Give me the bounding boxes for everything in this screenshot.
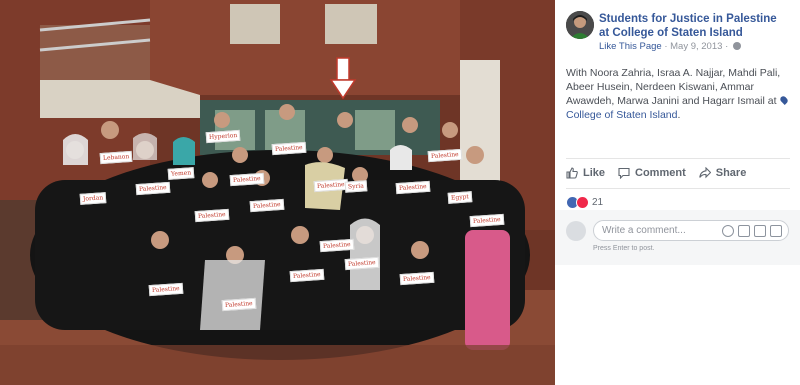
- comment-label: Comment: [635, 167, 686, 179]
- camera-icon[interactable]: [738, 225, 750, 237]
- location-pin-icon: [779, 95, 790, 105]
- tagged-person-link[interactable]: Israa A. Najjar: [657, 67, 722, 79]
- sign: Palestine: [249, 198, 284, 213]
- like-label: Like: [583, 167, 606, 179]
- post-caption: With Noora Zahria, Israa A. Najjar, Mahd…: [566, 66, 792, 122]
- share-button[interactable]: Share: [699, 167, 747, 179]
- sign: Palestine: [289, 268, 324, 283]
- sign: Palestine: [399, 271, 434, 286]
- tagged-person-link[interactable]: Noora Zahria: [590, 67, 651, 79]
- sign: Palestine: [135, 181, 170, 196]
- divider: [566, 188, 790, 189]
- sign: Lebanon: [99, 150, 133, 165]
- sign: Palestine: [221, 297, 256, 312]
- caption-prefix: With: [566, 67, 590, 79]
- page-avatar[interactable]: [566, 11, 594, 39]
- sign: Palestine: [313, 178, 348, 193]
- tagged-person-link[interactable]: Mahdi Pali: [728, 67, 777, 79]
- sign: Syria: [344, 180, 368, 193]
- emoji-icon[interactable]: [722, 225, 734, 237]
- sticker-icon[interactable]: [770, 225, 782, 237]
- sign: Yemen: [167, 167, 195, 180]
- comment-input[interactable]: Write a comment...: [593, 220, 789, 241]
- page-name-link[interactable]: Students for Justice in Palestine at Col…: [599, 12, 789, 40]
- post-side-panel: Students for Justice in Palestine at Col…: [555, 0, 800, 385]
- like-button[interactable]: Like: [566, 167, 605, 179]
- user-avatar: [566, 221, 586, 241]
- comment-tools: [722, 225, 782, 237]
- comment-placeholder: Write a comment...: [602, 225, 686, 236]
- share-label: Share: [715, 167, 747, 179]
- comment-hint: Press Enter to post.: [593, 245, 655, 252]
- sign: Palestine: [194, 208, 229, 223]
- meta-separator: ·: [664, 41, 668, 52]
- sign: Palestine: [427, 148, 462, 163]
- sign: Palestine: [319, 238, 354, 253]
- caption-period: .: [677, 109, 681, 121]
- caption-and: and: [679, 95, 703, 107]
- sign: Palestine: [148, 282, 183, 297]
- sign: Egypt: [447, 191, 473, 204]
- thumbs-up-icon: [566, 167, 578, 179]
- gif-icon[interactable]: [754, 225, 766, 237]
- sign: Jordan: [79, 192, 107, 205]
- love-reaction-icon: [576, 196, 589, 209]
- sign: Palestine: [344, 256, 379, 271]
- tagged-person-link[interactable]: Hagarr Ismail: [702, 95, 764, 107]
- sign: Palestine: [271, 141, 306, 156]
- caption-at: at: [764, 95, 780, 107]
- meta-separator: ·: [725, 41, 729, 52]
- group-photo-scene: [0, 0, 555, 385]
- post-actions: Like Comment Share: [566, 163, 790, 183]
- comment-composer: Write a comment... Press Enter to post.: [555, 210, 800, 265]
- post-photo[interactable]: Hyperion Palestine Lebanon Yemen Palesti…: [0, 0, 555, 385]
- location-link[interactable]: College of Staten Island: [566, 109, 678, 121]
- tagged-person-link[interactable]: Abeer Husein: [566, 81, 630, 93]
- reactions-summary[interactable]: 21: [566, 196, 603, 209]
- sign: Palestine: [469, 213, 504, 228]
- like-page-link[interactable]: Like This Page: [599, 41, 662, 52]
- share-icon: [699, 167, 711, 179]
- tagged-person-link[interactable]: Nerdeen Kiswani: [635, 81, 714, 93]
- comment-icon: [618, 167, 630, 179]
- sign: Palestine: [395, 180, 430, 195]
- divider: [566, 158, 790, 159]
- tagged-person-link[interactable]: Marwa Janini: [617, 95, 679, 107]
- comment-button[interactable]: Comment: [618, 167, 686, 179]
- post-date[interactable]: May 9, 2013: [670, 41, 722, 52]
- post-meta: Like This Page · May 9, 2013 ·: [599, 41, 741, 52]
- globe-icon: [732, 42, 741, 50]
- sign: Palestine: [229, 172, 264, 187]
- reaction-count: 21: [592, 197, 604, 208]
